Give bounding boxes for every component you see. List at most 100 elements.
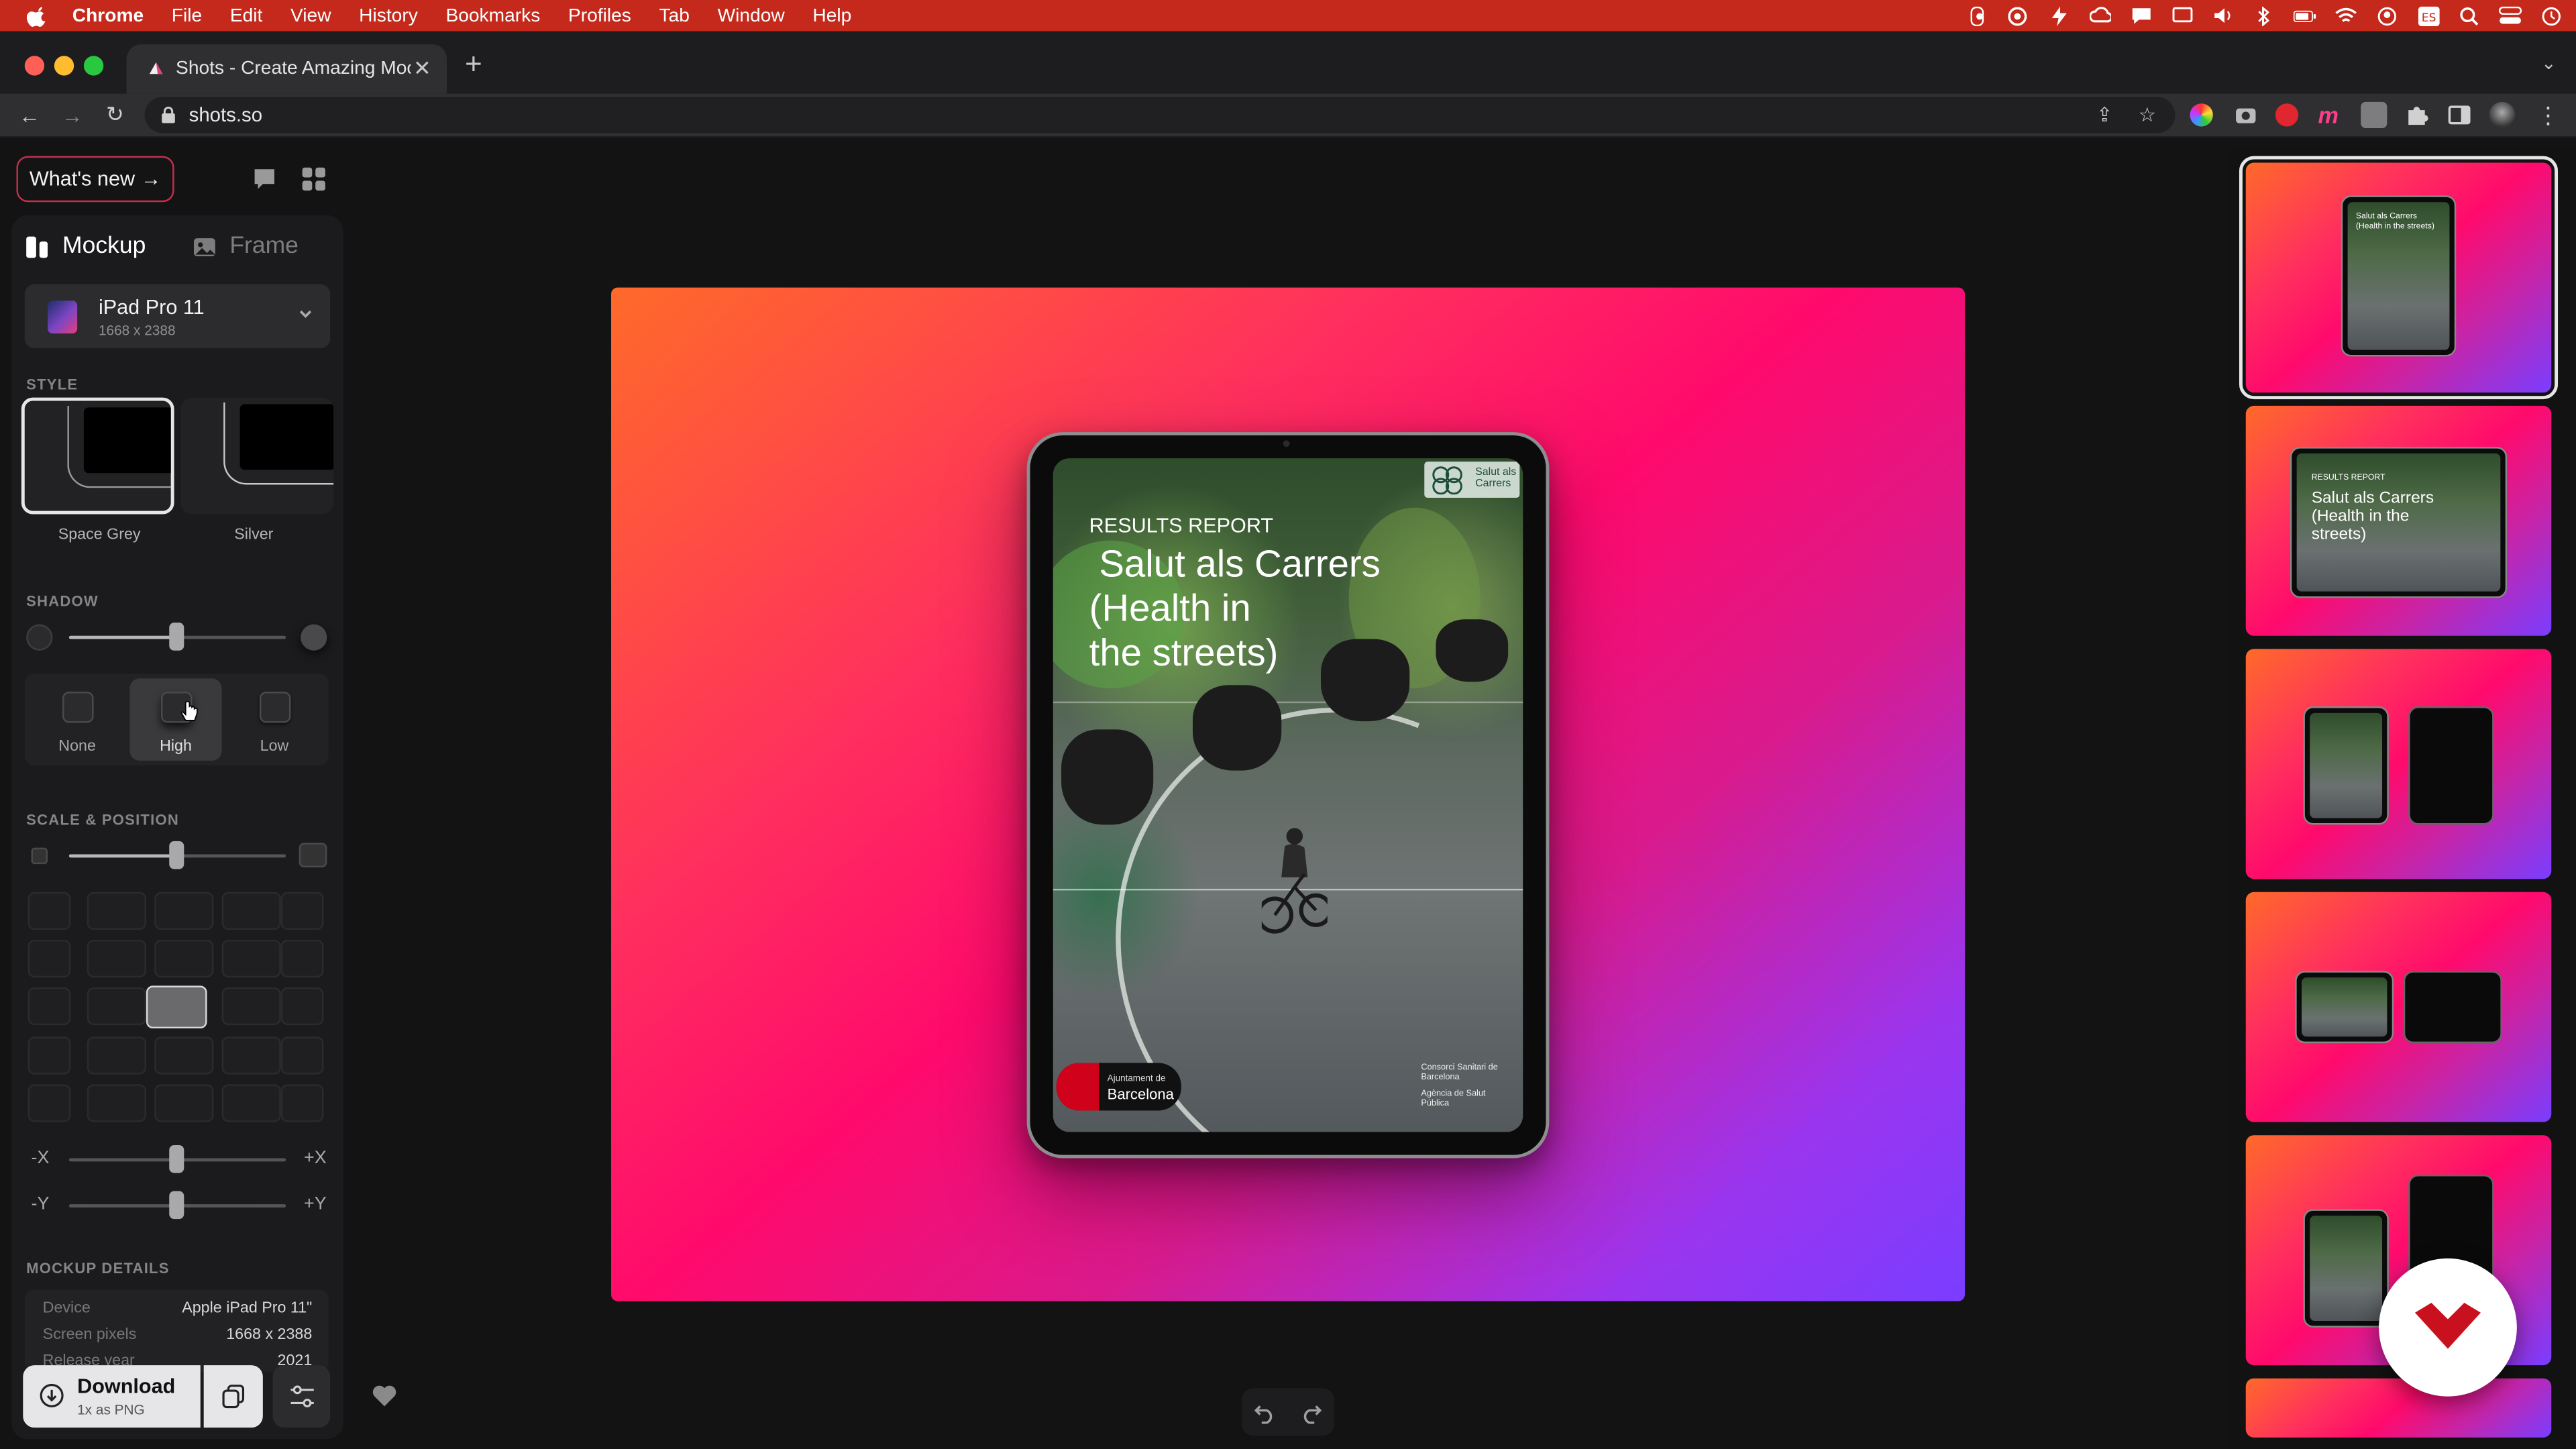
m-extension-icon[interactable]: m — [2318, 102, 2345, 128]
clock-icon[interactable] — [2540, 6, 2563, 25]
wifi-icon[interactable] — [2334, 7, 2357, 25]
browser-tab[interactable]: Shots - Create Amazing Mocku ✕ — [126, 44, 447, 94]
position-grid-cell[interactable] — [154, 939, 214, 978]
bolt-icon[interactable] — [2047, 5, 2070, 25]
apple-icon[interactable] — [26, 4, 49, 27]
position-grid-cell[interactable] — [28, 1084, 71, 1122]
menu-history[interactable]: History — [359, 6, 418, 25]
close-tab-icon[interactable]: ✕ — [411, 56, 433, 82]
shadow-high-option[interactable]: High — [129, 678, 222, 761]
position-grid-cell[interactable] — [154, 1084, 214, 1122]
scale-max-icon[interactable] — [299, 843, 327, 868]
position-grid-cell[interactable] — [87, 892, 146, 930]
chat-bubble-icon[interactable] — [252, 166, 278, 192]
side-panel-icon[interactable] — [2447, 102, 2473, 128]
extensions-puzzle-icon[interactable] — [2404, 102, 2430, 128]
shadow-max-icon[interactable] — [301, 624, 327, 651]
layout-thumbnail[interactable]: Salut als Carrers (Health in the streets… — [2239, 156, 2559, 400]
tab-mockup[interactable]: Mockup — [25, 233, 146, 260]
figma-icon[interactable] — [1965, 5, 1988, 25]
position-grid-cell[interactable] — [154, 892, 214, 930]
menu-edit[interactable]: Edit — [230, 6, 263, 25]
device-select[interactable]: iPad Pro 11 1668 x 2388 — [24, 284, 331, 349]
y-slider-thumb[interactable] — [169, 1191, 184, 1220]
layout-thumbnail[interactable] — [2245, 1378, 2552, 1438]
position-grid-cell[interactable] — [154, 1036, 214, 1075]
position-grid-cell[interactable] — [87, 987, 146, 1026]
menu-bookmarks[interactable]: Bookmarks — [445, 6, 540, 25]
messages-icon[interactable] — [2129, 7, 2152, 25]
forward-button[interactable]: → — [56, 97, 89, 133]
whats-new-button[interactable]: What's new → — [16, 156, 174, 203]
shadow-none-option[interactable]: None — [32, 678, 123, 760]
menu-tab[interactable]: Tab — [659, 6, 690, 25]
redo-icon[interactable] — [1299, 1401, 1322, 1424]
cloud-sync-icon[interactable] — [2088, 7, 2111, 25]
menu-help[interactable]: Help — [812, 6, 851, 25]
export-settings-button[interactable] — [272, 1365, 331, 1428]
tab-search-chevron-icon[interactable]: ⌄ — [2541, 52, 2557, 74]
scale-slider-thumb[interactable] — [169, 841, 184, 869]
undo-icon[interactable] — [1254, 1401, 1277, 1424]
address-bar[interactable]: shots.so ⇪ ☆ — [144, 97, 2176, 133]
minimize-window-button[interactable] — [54, 56, 74, 76]
menu-window[interactable]: Window — [718, 6, 785, 25]
position-grid-cell[interactable] — [87, 1036, 146, 1075]
position-grid-cell[interactable] — [28, 939, 71, 978]
position-grid-cell[interactable] — [28, 987, 71, 1026]
chrome-menu-icon[interactable]: ⋮ — [2535, 102, 2561, 128]
menu-file[interactable]: File — [172, 6, 202, 25]
menu-view[interactable]: View — [290, 6, 331, 25]
control-center-icon[interactable] — [2498, 6, 2522, 25]
red-drop-extension-icon[interactable] — [2275, 103, 2299, 127]
position-grid-cell[interactable] — [87, 1084, 146, 1122]
heart-icon[interactable] — [371, 1383, 397, 1408]
position-grid-cell[interactable] — [87, 939, 146, 978]
position-grid-cell[interactable] — [280, 892, 324, 930]
screenshot-extension-icon[interactable] — [2233, 101, 2259, 129]
color-picker-extension-icon[interactable] — [2190, 103, 2213, 127]
lock-icon[interactable] — [161, 107, 176, 123]
search-icon[interactable] — [2458, 6, 2481, 25]
x-slider-thumb[interactable] — [169, 1144, 184, 1173]
copy-button[interactable] — [203, 1365, 263, 1428]
shadow-min-icon[interactable] — [26, 624, 53, 651]
display-icon[interactable] — [2170, 7, 2193, 25]
grammar-extension-icon[interactable] — [2361, 101, 2387, 129]
shadow-slider-thumb[interactable] — [169, 623, 184, 651]
layout-thumbnail[interactable] — [2245, 649, 2552, 879]
user-icon[interactable] — [2375, 6, 2398, 25]
new-tab-button[interactable]: + — [465, 48, 488, 80]
shadow-low-option[interactable]: Low — [228, 678, 320, 760]
position-grid-cell[interactable] — [221, 939, 281, 978]
chat-launcher-button[interactable] — [2379, 1258, 2517, 1397]
position-grid-cell[interactable] — [221, 1036, 281, 1075]
profile-avatar[interactable] — [2489, 101, 2516, 129]
battery-icon[interactable] — [2293, 7, 2316, 25]
position-grid-cell[interactable] — [146, 985, 207, 1029]
position-grid-cell[interactable] — [280, 1084, 324, 1122]
layout-thumbnail[interactable]: RESULTS REPORT Salut als Carrers (Health… — [2245, 405, 2552, 636]
style-silver[interactable] — [180, 397, 334, 515]
style-space-grey[interactable] — [21, 397, 174, 515]
bookmark-star-icon[interactable]: ☆ — [2136, 103, 2159, 126]
close-window-button[interactable] — [24, 56, 45, 76]
download-button[interactable]: Download 1x as PNG — [23, 1365, 201, 1428]
back-button[interactable]: ← — [13, 97, 46, 133]
tab-frame[interactable]: Frame — [192, 233, 299, 260]
position-grid-cell[interactable] — [280, 1036, 324, 1075]
menu-app-name[interactable]: Chrome — [72, 6, 144, 25]
reload-button[interactable]: ↻ — [99, 97, 131, 133]
position-grid-cell[interactable] — [221, 987, 281, 1026]
bluetooth-icon[interactable] — [2253, 5, 2275, 25]
layout-thumbnail[interactable] — [2245, 892, 2552, 1122]
openai-icon[interactable] — [2006, 6, 2029, 25]
position-grid-cell[interactable] — [28, 892, 71, 930]
menu-profiles[interactable]: Profiles — [568, 6, 631, 25]
share-icon[interactable]: ⇪ — [2093, 103, 2116, 126]
position-grid-cell[interactable] — [280, 939, 324, 978]
position-grid-cell[interactable] — [221, 892, 281, 930]
position-grid-cell[interactable] — [28, 1036, 71, 1075]
scale-min-icon[interactable] — [31, 847, 48, 865]
position-grid-cell[interactable] — [280, 987, 324, 1026]
